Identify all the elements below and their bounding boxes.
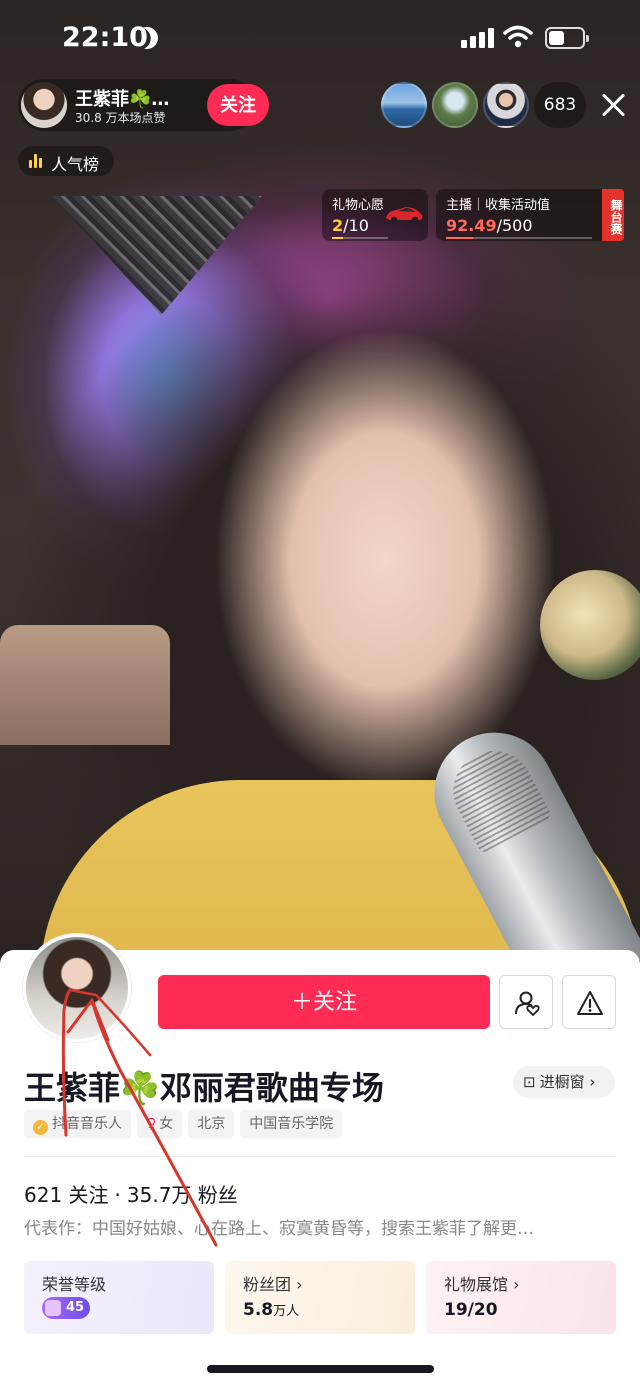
chandelier xyxy=(52,196,262,315)
viewer-count[interactable]: 683 xyxy=(534,82,586,128)
honor-level-title: 荣誉等级 xyxy=(42,1275,107,1294)
event-progress: 92.49/500 xyxy=(446,216,533,235)
divider xyxy=(24,1156,616,1157)
event-bar xyxy=(446,237,592,239)
wifi-icon xyxy=(503,25,533,48)
gift-wish-title: 礼物心愿 xyxy=(332,198,385,213)
sofa xyxy=(0,625,170,745)
bars-icon xyxy=(29,154,43,168)
profile-bio[interactable]: 代表作：中国好姑娘、心在路上、寂寞黄昏等，搜索王紫菲了解更… xyxy=(24,1214,616,1239)
viewer-avatar-1[interactable] xyxy=(381,82,427,128)
host-follow-button[interactable]: 关注 xyxy=(207,84,269,126)
gift-hall-title: 礼物展馆 › xyxy=(444,1275,520,1294)
fan-group-value: 5.8万人 xyxy=(243,1300,300,1320)
viewer-avatar-2[interactable] xyxy=(432,82,478,128)
flowers xyxy=(540,570,640,680)
gift-wish-card[interactable]: 礼物心愿 2/10 xyxy=(322,189,428,241)
host-likes: 30.8 万本场点赞 xyxy=(75,111,166,125)
host-avatar[interactable] xyxy=(21,82,67,128)
warning-icon xyxy=(577,991,603,1015)
verified-icon: ✓ xyxy=(33,1120,48,1135)
event-progress-card[interactable]: 主播｜收集活动值 92.49/500 xyxy=(436,189,602,241)
following-count[interactable]: 621 关注 xyxy=(24,1183,109,1207)
gift-hall-card[interactable]: 礼物展馆 › 19/20 xyxy=(426,1261,616,1334)
report-button[interactable] xyxy=(562,975,616,1029)
tag-musician[interactable]: ✓ 抖音音乐人 xyxy=(24,1110,131,1138)
signal-icon xyxy=(461,28,495,48)
profile-avatar[interactable] xyxy=(23,934,131,1042)
fans-count[interactable]: 35.7万 粉丝 xyxy=(127,1183,238,1207)
bag-icon: ⊡ xyxy=(523,1073,536,1091)
viewer-avatar-3[interactable] xyxy=(483,82,529,128)
battery-icon xyxy=(545,27,589,49)
female-icon: ♀ xyxy=(146,1116,157,1132)
popularity-rank[interactable]: 人气榜 xyxy=(18,146,114,176)
fan-club-button[interactable] xyxy=(499,975,553,1029)
chevron-right-icon: › xyxy=(584,1073,596,1091)
honor-level-badge: 45 xyxy=(42,1297,90,1319)
profile-sheet: ＋关注 王紫菲☘️邓丽君歌曲专场 ⊡ 进橱窗 › ✓ 抖音音乐人 ♀ 女北京 中国音乐学院… xyxy=(0,934,640,1385)
gift-wish-progress: 2/10 xyxy=(332,216,369,235)
profile-stats: 621 关注 · 35.7万 粉丝 xyxy=(24,1183,238,1207)
car-icon xyxy=(386,207,423,224)
fan-group-title: 粉丝团 › xyxy=(243,1275,303,1294)
status-bar: 22:10 xyxy=(0,0,640,76)
rank-label: 人气榜 xyxy=(51,155,100,174)
follow-button[interactable]: ＋关注 xyxy=(158,975,490,1029)
profile-title: 王紫菲☘️邓丽君歌曲专场 xyxy=(24,1069,384,1107)
tag-school: 中国音乐学院 xyxy=(240,1110,343,1138)
live-video[interactable] xyxy=(0,0,640,960)
honor-level-card[interactable]: 荣誉等级 45 xyxy=(24,1261,214,1334)
tag-gender: ♀ 女 xyxy=(137,1110,183,1138)
user-heart-icon xyxy=(515,991,540,1017)
home-indicator[interactable] xyxy=(207,1365,434,1373)
tag-city: 北京 xyxy=(188,1110,235,1138)
gift-hall-value: 19/20 xyxy=(444,1300,498,1320)
close-icon[interactable] xyxy=(598,90,628,120)
event-title: 主播｜收集活动值 xyxy=(446,198,551,213)
gift-wish-bar xyxy=(332,237,388,239)
host-info[interactable]: 王紫菲☘️… 30.8 万本场点赞 关注 xyxy=(18,79,269,131)
profile-tags: ✓ 抖音音乐人 ♀ 女北京 中国音乐学院 xyxy=(24,1110,348,1138)
fan-group-card[interactable]: 粉丝团 › 5.8万人 xyxy=(225,1261,415,1334)
host-name: 王紫菲☘️… xyxy=(75,89,170,110)
stage-contest-tag[interactable]: 舞台赛 xyxy=(602,189,624,241)
shop-window-button[interactable]: ⊡ 进橱窗 › xyxy=(513,1066,615,1098)
